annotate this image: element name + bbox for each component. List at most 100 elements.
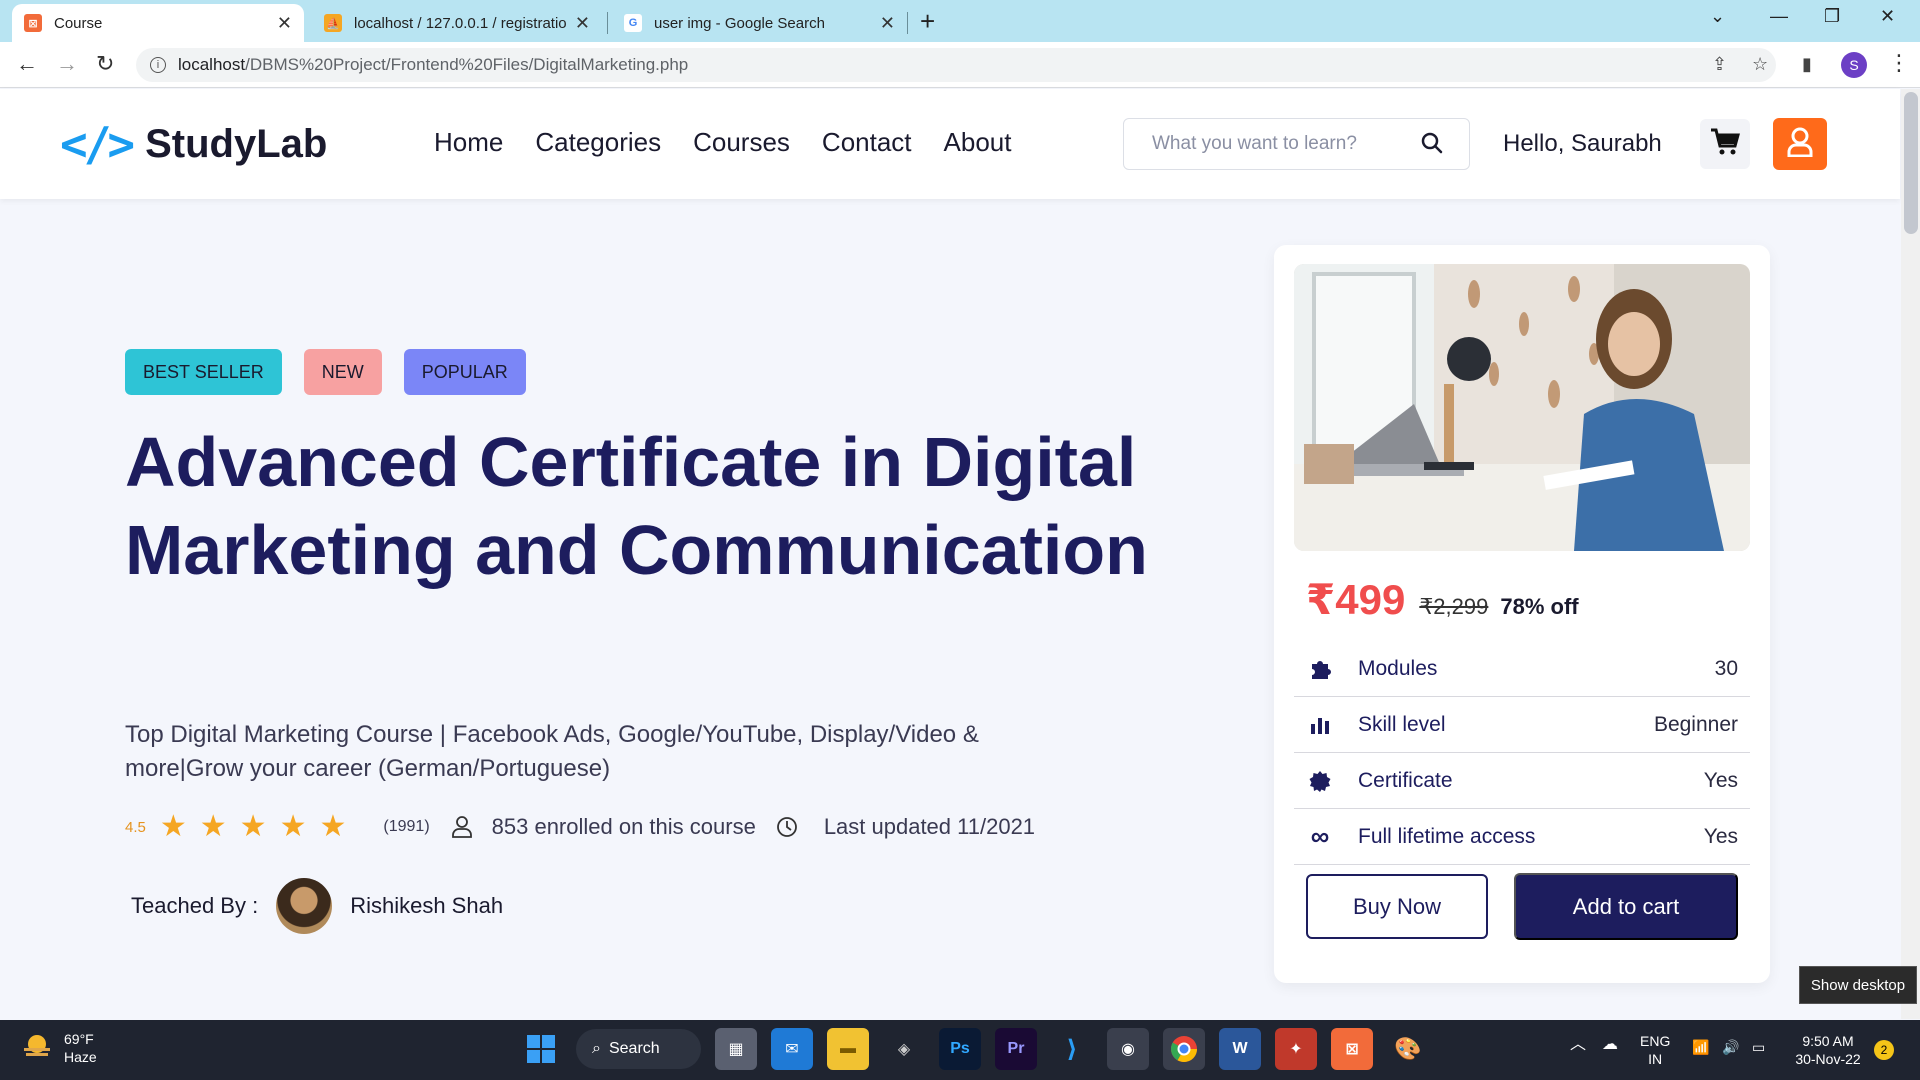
clock[interactable]: 9:50 AM 30-Nov-22	[1792, 1032, 1864, 1068]
user-outline-icon	[451, 816, 472, 838]
close-tab-icon[interactable]: ✕	[880, 13, 895, 34]
rating-value: 4.5	[125, 818, 146, 836]
star-icon: ★	[159, 810, 187, 843]
share-icon[interactable]: ⇪	[1712, 54, 1727, 75]
course-title: Advanced Certificate in Digital Marketin…	[125, 423, 1148, 589]
search-icon[interactable]	[1421, 132, 1443, 159]
photoshop-icon[interactable]: Ps	[939, 1028, 981, 1070]
tab-google-search[interactable]: G user img - Google Search ✕	[612, 4, 907, 42]
url-path: /DBMS%20Project/Frontend%20Files/Digital…	[245, 55, 689, 74]
current-price: ₹499	[1306, 576, 1406, 623]
search-input[interactable]	[1152, 133, 1422, 155]
profile-avatar[interactable]: S	[1841, 52, 1867, 78]
original-price: ₹2,299	[1419, 594, 1489, 619]
main-nav: Home Categories Courses Contact About	[434, 127, 1011, 158]
vscode-icon[interactable]: ⟩	[1051, 1028, 1093, 1070]
new-tab-icon[interactable]: +	[920, 6, 935, 37]
clock-icon	[776, 816, 798, 838]
battery-icon[interactable]: ▭	[1752, 1038, 1765, 1056]
course-meta: 4.5 ★ ★ ★ ★ ★ (1991) 853 enrolled on thi…	[125, 812, 1035, 842]
instructor-name[interactable]: Rishikesh Shah	[350, 893, 503, 919]
tab-course[interactable]: ⊠ Course ✕	[12, 4, 304, 42]
wifi-icon[interactable]: 📶	[1692, 1038, 1709, 1056]
clock-time: 9:50 AM	[1802, 1033, 1854, 1049]
google-icon: G	[624, 14, 642, 32]
tab-separator	[907, 12, 908, 34]
puzzle-icon	[1306, 658, 1334, 680]
address-bar[interactable]: i localhost/DBMS%20Project/Frontend%20Fi…	[136, 48, 1776, 82]
feature-label: Certificate	[1358, 768, 1453, 792]
close-tab-icon[interactable]: ✕	[277, 13, 292, 34]
windows-taskbar: 69°F Haze ⌕ Search ▦ ✉ ▬ ◈ Ps Pr ⟩ ◉ W ✦ …	[0, 1020, 1920, 1080]
haze-sun-icon	[22, 1031, 52, 1066]
scrollbar-thumb[interactable]	[1904, 92, 1918, 234]
task-view-icon[interactable]: ▦	[715, 1028, 757, 1070]
bookmark-star-icon[interactable]: ☆	[1752, 54, 1768, 75]
xampp-icon: ⊠	[24, 14, 42, 32]
nav-contact[interactable]: Contact	[822, 127, 912, 158]
browser-menu-icon[interactable]: ⋮	[1888, 50, 1910, 76]
back-icon[interactable]: ←	[16, 51, 38, 77]
word-icon[interactable]: W	[1219, 1028, 1261, 1070]
tab-title: localhost / 127.0.0.1 / registration	[354, 14, 567, 32]
tab-title: Course	[54, 14, 103, 32]
instructor-avatar	[276, 878, 333, 934]
enrolled-count: 853 enrolled on this course	[491, 814, 756, 839]
reload-icon[interactable]: ↻	[96, 51, 114, 77]
unity-icon[interactable]: ◈	[883, 1028, 925, 1070]
nav-about[interactable]: About	[944, 127, 1012, 158]
weather-condition: Haze	[64, 1049, 97, 1065]
feature-value: Yes	[1703, 824, 1738, 848]
nav-categories[interactable]: Categories	[535, 127, 661, 158]
minimize-icon[interactable]: —	[1770, 6, 1788, 27]
feature-value: Yes	[1703, 768, 1738, 792]
close-tab-icon[interactable]: ✕	[575, 13, 590, 34]
taskbar-search-label: Search	[608, 1040, 660, 1057]
side-panel-icon[interactable]: ▮	[1802, 54, 1812, 75]
feature-skill-level: Skill level Beginner	[1294, 697, 1750, 753]
instructor: Teached By : Rishikesh Shah	[131, 878, 503, 934]
tab-phpmyadmin[interactable]: ⛵ localhost / 127.0.0.1 / registration ✕	[312, 4, 602, 42]
taskbar-search[interactable]: ⌕ Search	[576, 1029, 701, 1069]
show-hidden-icons-chevron-icon[interactable]: ︿	[1570, 1036, 1586, 1054]
add-to-cart-button[interactable]: Add to cart	[1514, 873, 1738, 940]
notification-badge[interactable]: 2	[1874, 1040, 1894, 1060]
premiere-icon[interactable]: Pr	[995, 1028, 1037, 1070]
mail-icon[interactable]: ✉	[771, 1028, 813, 1070]
windows-start-icon[interactable]	[520, 1028, 562, 1070]
restore-icon[interactable]: ❐	[1824, 6, 1840, 27]
chrome-icon[interactable]	[1163, 1028, 1205, 1070]
forward-icon[interactable]: →	[56, 51, 78, 77]
teached-by-label: Teached By :	[131, 893, 259, 918]
star-icon: ★	[199, 810, 227, 843]
feature-value: 30	[1714, 656, 1738, 680]
taskbar-apps: ⌕ Search ▦ ✉ ▬ ◈ Ps Pr ⟩ ◉ W ✦ ⊠ 🎨	[520, 1028, 1429, 1070]
weather-widget[interactable]: 69°F Haze	[22, 1030, 97, 1066]
badge-best-seller: BEST SELLER	[125, 349, 282, 395]
tab-search-chevron-icon[interactable]: ⌄	[1710, 6, 1725, 27]
file-explorer-icon[interactable]: ▬	[827, 1028, 869, 1070]
user-account-button[interactable]	[1773, 118, 1827, 170]
badge-popular: POPULAR	[403, 349, 526, 395]
course-badges: BEST SELLER NEW POPULAR	[125, 349, 526, 395]
game-icon[interactable]: ✦	[1275, 1028, 1317, 1070]
star-icon: ★	[279, 810, 307, 843]
volume-icon[interactable]: 🔊	[1722, 1038, 1739, 1056]
xampp-icon[interactable]: ⊠	[1331, 1028, 1373, 1070]
close-window-icon[interactable]: ✕	[1880, 6, 1895, 27]
site-info-icon[interactable]: i	[150, 57, 166, 73]
code-icon: </>	[60, 117, 135, 171]
logo[interactable]: </> StudyLab	[60, 117, 327, 171]
paint-icon[interactable]: 🎨	[1387, 1028, 1429, 1070]
tab-separator	[607, 12, 608, 34]
logo-text: StudyLab	[145, 121, 328, 166]
onedrive-cloud-icon[interactable]: ☁	[1602, 1036, 1618, 1054]
language-indicator[interactable]: ENG IN	[1640, 1032, 1670, 1068]
cart-button[interactable]	[1700, 119, 1750, 169]
wamp-icon[interactable]: ◉	[1107, 1028, 1149, 1070]
nav-courses[interactable]: Courses	[693, 127, 790, 158]
buy-now-button[interactable]: Buy Now	[1306, 874, 1488, 939]
feature-value: Beginner	[1653, 712, 1738, 736]
nav-home[interactable]: Home	[434, 127, 503, 158]
feature-certificate: Certificate Yes	[1294, 753, 1750, 809]
